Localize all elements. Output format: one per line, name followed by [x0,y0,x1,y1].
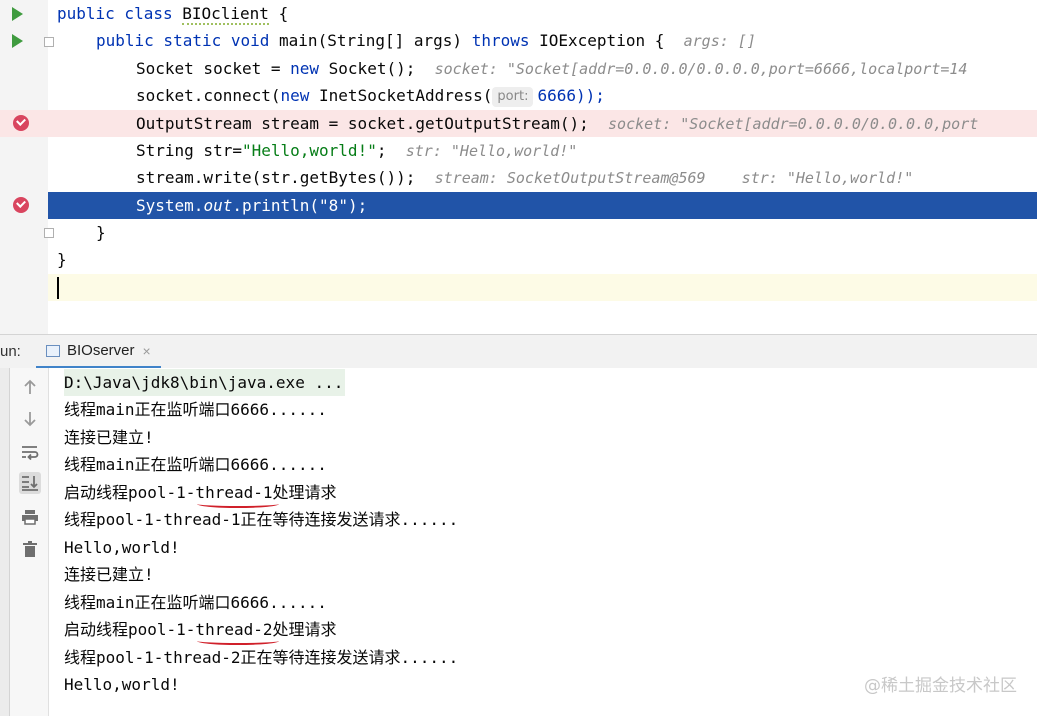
scroll-to-end-icon[interactable] [19,472,41,494]
console-icon [46,344,60,357]
inline-debug-hint: socket: "Socket[addr=0.0.0.0/0.0.0.0,por… [608,115,979,133]
inline-debug-hint: str: "Hello,world!" [405,142,578,160]
watermark: @稀土掘金技术社区 [864,676,1017,696]
code-line[interactable]: Socket socket = new Socket(); socket: "S… [0,55,1037,82]
code-line[interactable]: } [0,246,1037,273]
code-line[interactable]: } [0,219,1037,246]
console-line: 线程pool-1-thread-1正在等待连接发送请求...... [64,510,459,529]
run-icon[interactable] [12,7,23,21]
code-line[interactable]: public class BIOclient { [0,0,1037,27]
tab-title: BIOserver [67,342,135,359]
parameter-hint: port: [492,87,534,107]
console-line: 线程main正在监听端口6666...... [64,400,327,419]
red-underline-annotation [197,637,279,645]
arrow-down-icon[interactable] [19,408,41,430]
console-output[interactable]: D:\Java\jdk8\bin\java.exe ... 线程main正在监听… [49,368,1037,716]
soft-wrap-icon[interactable] [19,441,41,463]
class-name: BIOclient [182,4,269,25]
run-label: un: [0,343,21,360]
console-line: D:\Java\jdk8\bin\java.exe ... [64,369,346,396]
run-icon[interactable] [12,34,23,48]
code-line[interactable]: socket.connect(new InetSocketAddress(por… [0,82,1037,109]
inline-debug-hint: socket: "Socket[addr=0.0.0.0/0.0.0.0,por… [434,60,968,78]
console-line: Hello,world! [64,538,180,557]
fold-icon[interactable] [44,37,54,47]
code-line-execution-point[interactable]: System.out.println("8"); [48,192,1037,219]
code-line[interactable]: public static void main(String[] args) t… [0,27,1037,54]
code-editor[interactable]: public class BIOclient { public static v… [0,0,1037,334]
trash-icon[interactable] [19,538,41,560]
inline-debug-hint: args: [] [683,32,756,50]
inline-debug-hint: stream: SocketOutputStream@569 str: "Hel… [434,169,914,187]
console-line: 线程pool-1-thread-2正在等待连接发送请求...... [64,648,459,667]
arrow-up-icon[interactable] [19,376,41,398]
code-line[interactable]: String str="Hello,world!"; str: "Hello,w… [0,137,1037,164]
code-line-breakpoint[interactable]: OutputStream stream = socket.getOutputSt… [0,110,1037,137]
print-icon[interactable] [19,506,41,528]
console-toolbar [10,368,49,716]
fold-icon[interactable] [44,228,54,238]
tab-bioserver[interactable]: BIOserver × [36,335,161,369]
console-line: Hello,world! [64,675,180,694]
breakpoint-icon[interactable] [13,197,29,213]
code-line-current[interactable] [48,274,1037,301]
red-underline-annotation [197,500,279,508]
code-line[interactable]: stream.write(str.getBytes()); stream: So… [0,164,1037,191]
run-tool-window-header: un: BIOserver × [0,334,1037,370]
breakpoint-icon[interactable] [13,115,29,131]
console-line: 连接已建立! [64,428,154,447]
text-caret [57,277,59,299]
close-icon[interactable]: × [143,343,151,359]
console-line: 线程main正在监听端口6666...... [64,455,327,474]
console-line: 线程main正在监听端口6666...... [64,593,327,612]
console-line: 连接已建立! [64,565,154,584]
left-tool-strip [0,368,10,716]
